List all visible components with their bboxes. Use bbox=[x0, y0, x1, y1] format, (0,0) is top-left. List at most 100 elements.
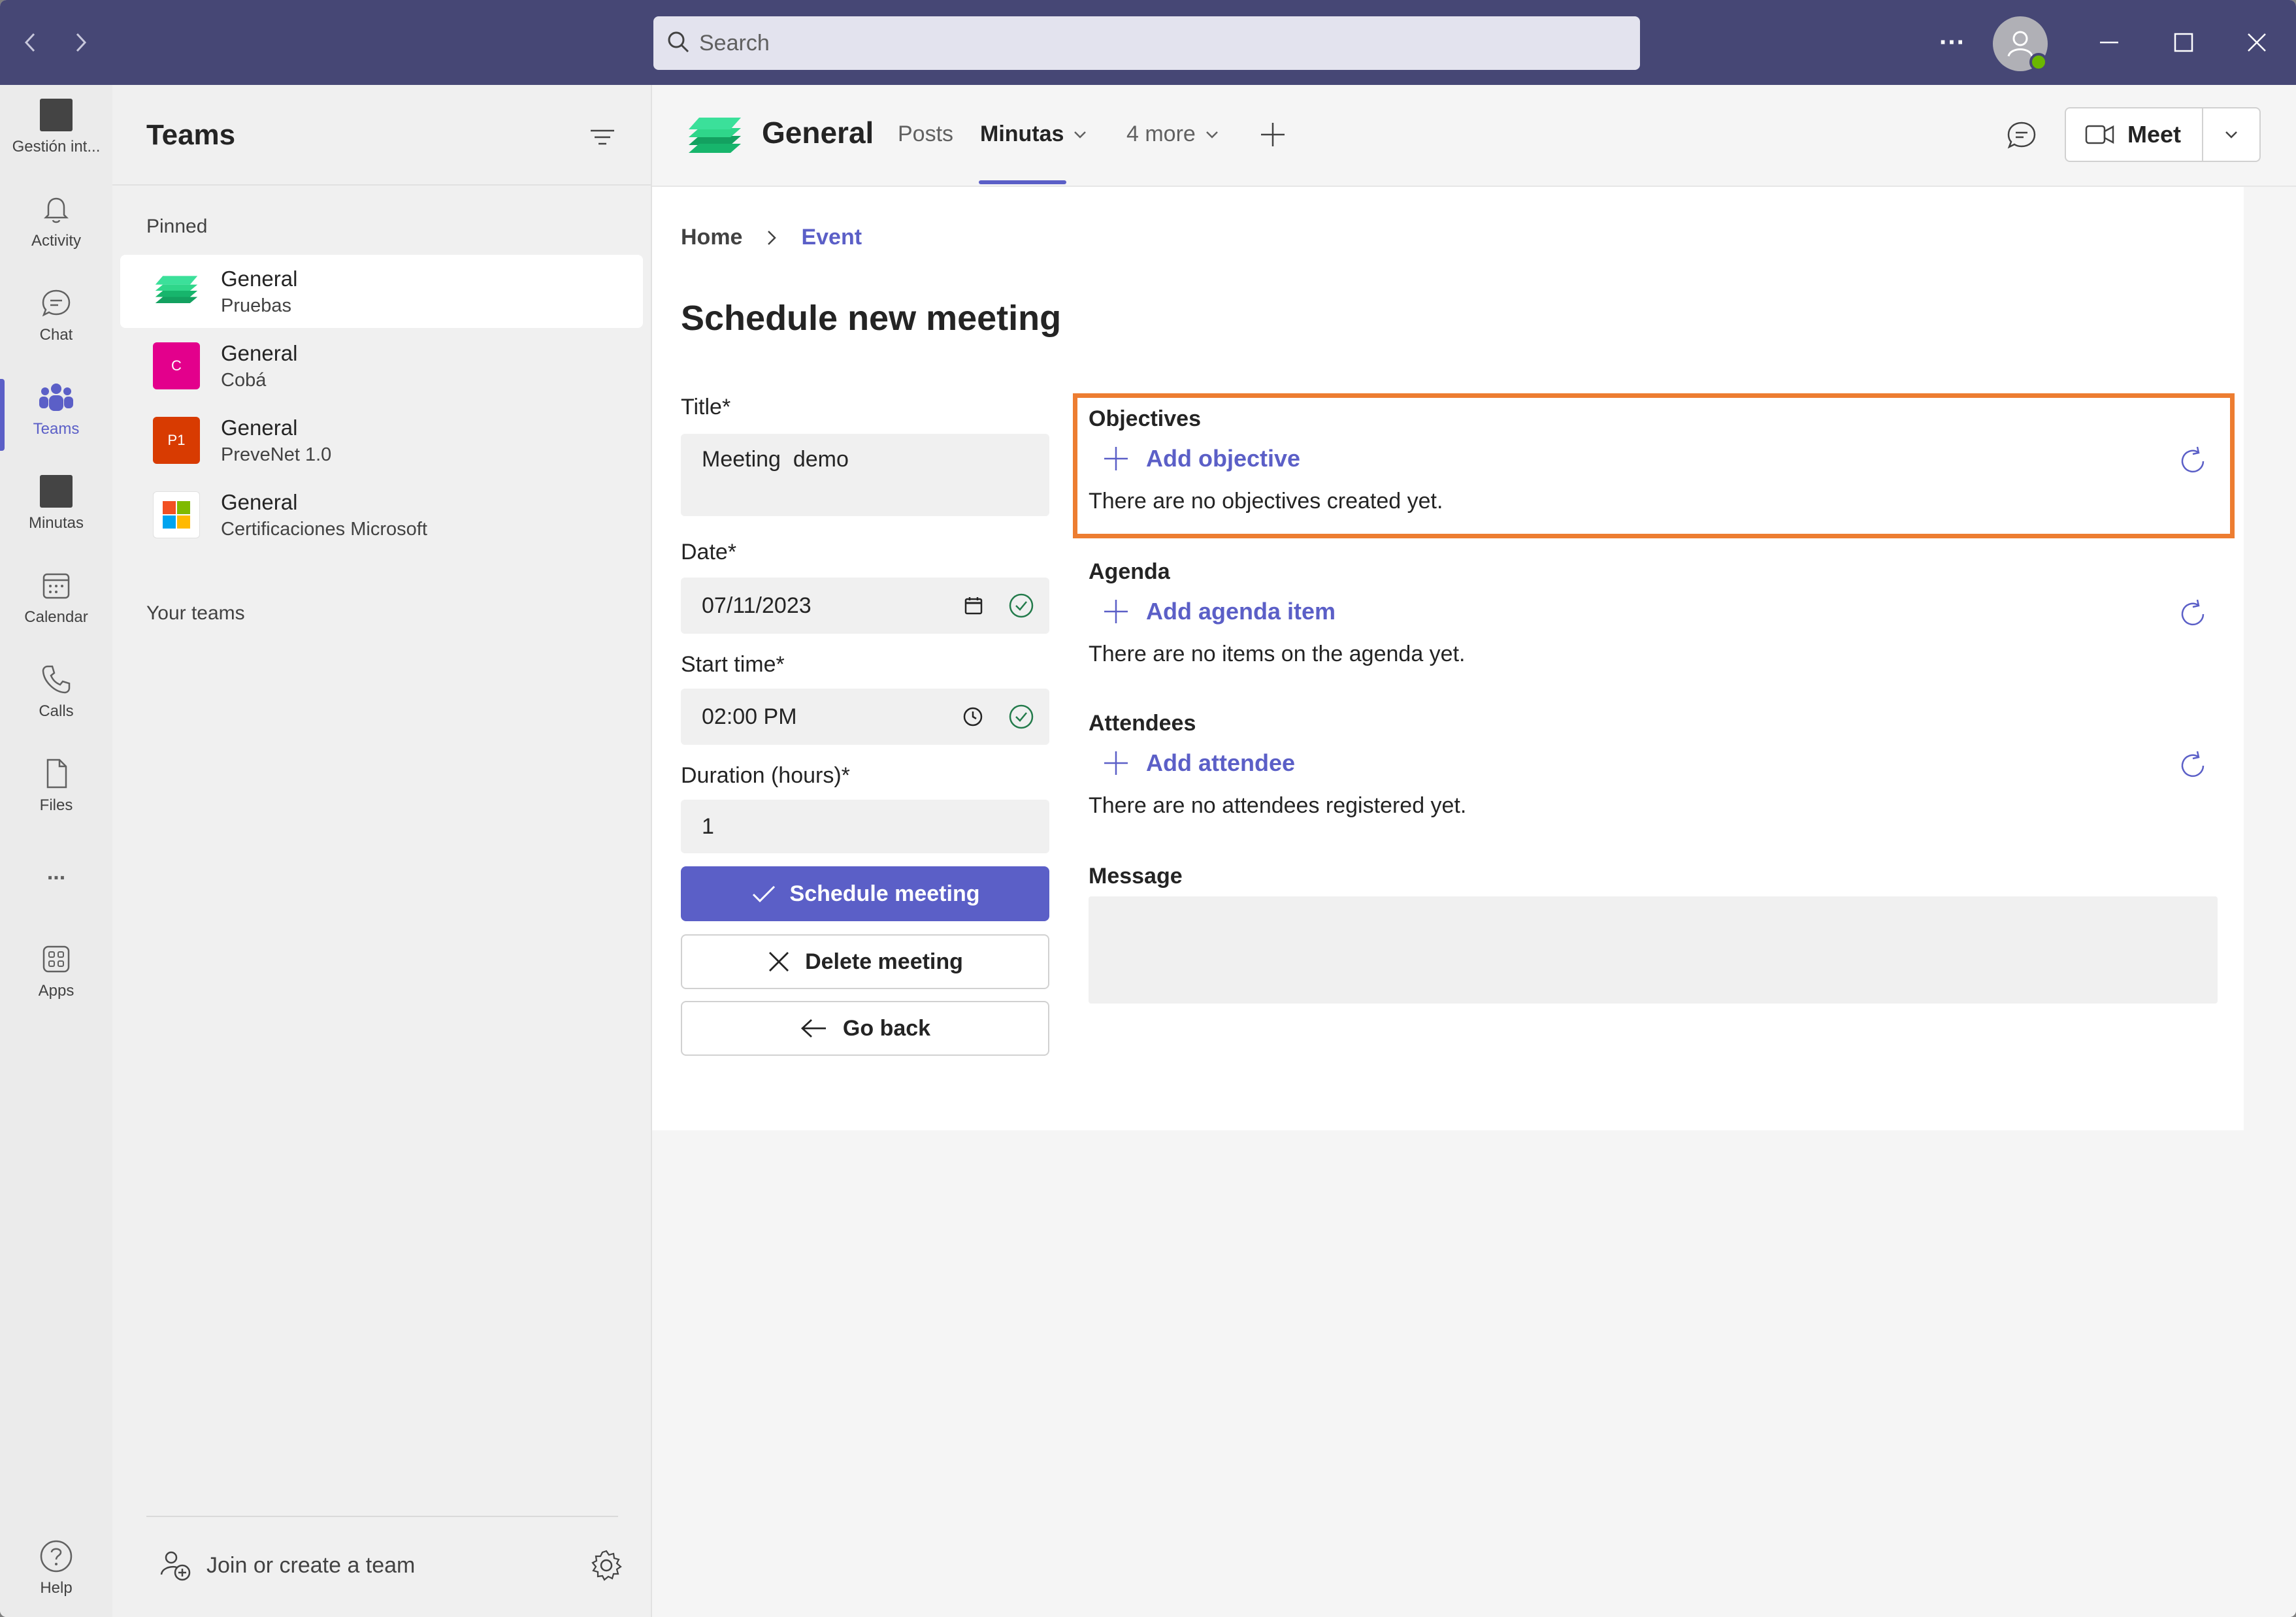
refresh-icon bbox=[2181, 599, 2205, 626]
search-icon bbox=[666, 30, 690, 57]
refresh-objectives-button[interactable] bbox=[2176, 444, 2210, 482]
team-subtitle: PreveNet 1.0 bbox=[221, 444, 332, 465]
agenda-empty-text: There are no items on the agenda yet. bbox=[1089, 642, 1466, 666]
tab-more[interactable]: 4 more bbox=[1126, 122, 1221, 147]
conversation-button[interactable] bbox=[2005, 119, 2039, 156]
go-back-label: Go back bbox=[842, 1015, 931, 1041]
maximize-button[interactable] bbox=[2157, 20, 2210, 65]
more-options-button[interactable]: ··· bbox=[1926, 20, 1978, 65]
start-time-field[interactable] bbox=[681, 689, 1049, 745]
video-camera-icon bbox=[2085, 125, 2114, 144]
avatar[interactable] bbox=[1993, 16, 2048, 71]
duration-input[interactable] bbox=[702, 813, 950, 840]
stack-logo-icon bbox=[153, 268, 200, 315]
clock-icon[interactable] bbox=[962, 706, 984, 728]
delete-meeting-button[interactable]: Delete meeting bbox=[681, 934, 1049, 989]
tab-posts[interactable]: Posts bbox=[898, 122, 953, 147]
search-input[interactable] bbox=[699, 30, 1614, 56]
refresh-agenda-button[interactable] bbox=[2176, 597, 2210, 634]
settings-button[interactable] bbox=[589, 1548, 623, 1586]
more-apps-button[interactable]: ... bbox=[0, 830, 112, 915]
meet-dropdown[interactable] bbox=[2203, 128, 2259, 141]
close-icon bbox=[769, 952, 789, 972]
rail-item-minutas[interactable]: Minutas bbox=[0, 461, 112, 546]
divider bbox=[146, 1516, 618, 1517]
message-textarea[interactable] bbox=[1089, 896, 2218, 1004]
rail-item-label: Gestión int... bbox=[12, 138, 101, 155]
chevron-right-icon bbox=[768, 230, 777, 245]
back-arrow-icon[interactable] bbox=[14, 26, 47, 59]
your-teams-label: Your teams bbox=[146, 602, 245, 624]
add-attendee-button[interactable]: Add attendee bbox=[1102, 749, 1295, 777]
meet-button[interactable]: Meet bbox=[2065, 107, 2261, 162]
rail-item-chat[interactable]: Chat bbox=[0, 273, 112, 358]
start-time-input[interactable] bbox=[702, 704, 950, 730]
search-bar[interactable] bbox=[653, 16, 1640, 70]
join-create-team-button[interactable]: Join or create a team bbox=[158, 1548, 415, 1582]
plus-icon bbox=[1104, 447, 1128, 470]
go-back-button[interactable]: Go back bbox=[681, 1001, 1049, 1056]
minimize-button[interactable] bbox=[2083, 20, 2135, 65]
forward-arrow-icon[interactable] bbox=[64, 26, 97, 59]
tab-minutas[interactable]: Minutas bbox=[980, 122, 1089, 147]
divider bbox=[112, 184, 651, 186]
rail-item-apps[interactable]: Apps bbox=[0, 929, 112, 1014]
main-area: General Posts Minutas 4 more Meet Home E… bbox=[652, 85, 2296, 1617]
refresh-icon bbox=[2181, 751, 2205, 777]
refresh-attendees-button[interactable] bbox=[2176, 749, 2210, 786]
add-tab-button[interactable] bbox=[1257, 119, 1288, 154]
pane-title: Teams bbox=[146, 119, 236, 151]
rail-item-calls[interactable]: Calls bbox=[0, 649, 112, 734]
date-field[interactable] bbox=[681, 578, 1049, 634]
objectives-title: Objectives bbox=[1089, 406, 1201, 431]
add-objective-button[interactable]: Add objective bbox=[1102, 444, 1300, 473]
team-row-pruebas[interactable]: General Pruebas bbox=[120, 255, 643, 328]
file-icon bbox=[46, 759, 67, 789]
breadcrumb-home[interactable]: Home bbox=[681, 225, 742, 250]
check-circle-icon bbox=[1009, 704, 1034, 729]
delete-meeting-label: Delete meeting bbox=[805, 949, 963, 974]
rail-item-label: Files bbox=[39, 796, 73, 814]
rail-item-files[interactable]: Files bbox=[0, 743, 112, 828]
filter-button[interactable] bbox=[588, 124, 617, 154]
date-input[interactable] bbox=[702, 593, 950, 619]
rail-item-help[interactable]: Help bbox=[0, 1529, 112, 1607]
phone-icon bbox=[42, 665, 71, 694]
close-icon bbox=[2248, 33, 2266, 52]
arrow-left-icon bbox=[800, 1019, 826, 1038]
team-row-certificaciones[interactable]: General Certificaciones Microsoft bbox=[120, 478, 643, 551]
microsoft-logo-icon bbox=[153, 491, 200, 538]
schedule-meeting-button[interactable]: Schedule meeting bbox=[681, 866, 1049, 921]
rail-item-calendar[interactable]: Calendar bbox=[0, 555, 112, 640]
team-row-prevenet[interactable]: P1 General PreveNet 1.0 bbox=[120, 404, 643, 477]
meet-now[interactable]: Meet bbox=[2066, 108, 2203, 161]
rail-item-teams[interactable]: Teams bbox=[0, 367, 112, 452]
channel-title: General bbox=[762, 116, 874, 150]
more-dots-icon: ... bbox=[46, 859, 66, 885]
title-field[interactable] bbox=[681, 434, 1049, 516]
date-label: Date* bbox=[681, 540, 737, 564]
team-avatar: C bbox=[153, 342, 200, 389]
title-bar: ··· bbox=[0, 0, 2296, 85]
check-circle-icon bbox=[1009, 593, 1034, 618]
app-icon bbox=[40, 99, 73, 131]
team-row-coba[interactable]: C General Cobá bbox=[120, 329, 643, 402]
title-input[interactable] bbox=[702, 447, 950, 472]
rail-item-label: Calendar bbox=[24, 608, 88, 626]
duration-field[interactable] bbox=[681, 800, 1049, 853]
title-label: Title* bbox=[681, 395, 731, 419]
add-agenda-item-button[interactable]: Add agenda item bbox=[1102, 597, 1336, 626]
breadcrumb-event[interactable]: Event bbox=[801, 225, 862, 250]
calendar-picker-icon[interactable] bbox=[963, 595, 984, 616]
objectives-empty-text: There are no objectives created yet. bbox=[1089, 489, 1443, 514]
chevron-down-icon bbox=[2225, 131, 2237, 139]
rail-item-activity[interactable]: Activity bbox=[0, 179, 112, 264]
team-name: General bbox=[221, 489, 298, 514]
chevron-down-icon bbox=[1074, 131, 1087, 139]
calendar-icon bbox=[42, 573, 70, 599]
attendees-title: Attendees bbox=[1089, 711, 1196, 736]
rail-item-gestion[interactable]: Gestión int... bbox=[0, 85, 112, 170]
rail-item-label: Chat bbox=[39, 326, 73, 344]
join-label: Join or create a team bbox=[206, 1552, 416, 1578]
close-button[interactable] bbox=[2231, 20, 2283, 65]
